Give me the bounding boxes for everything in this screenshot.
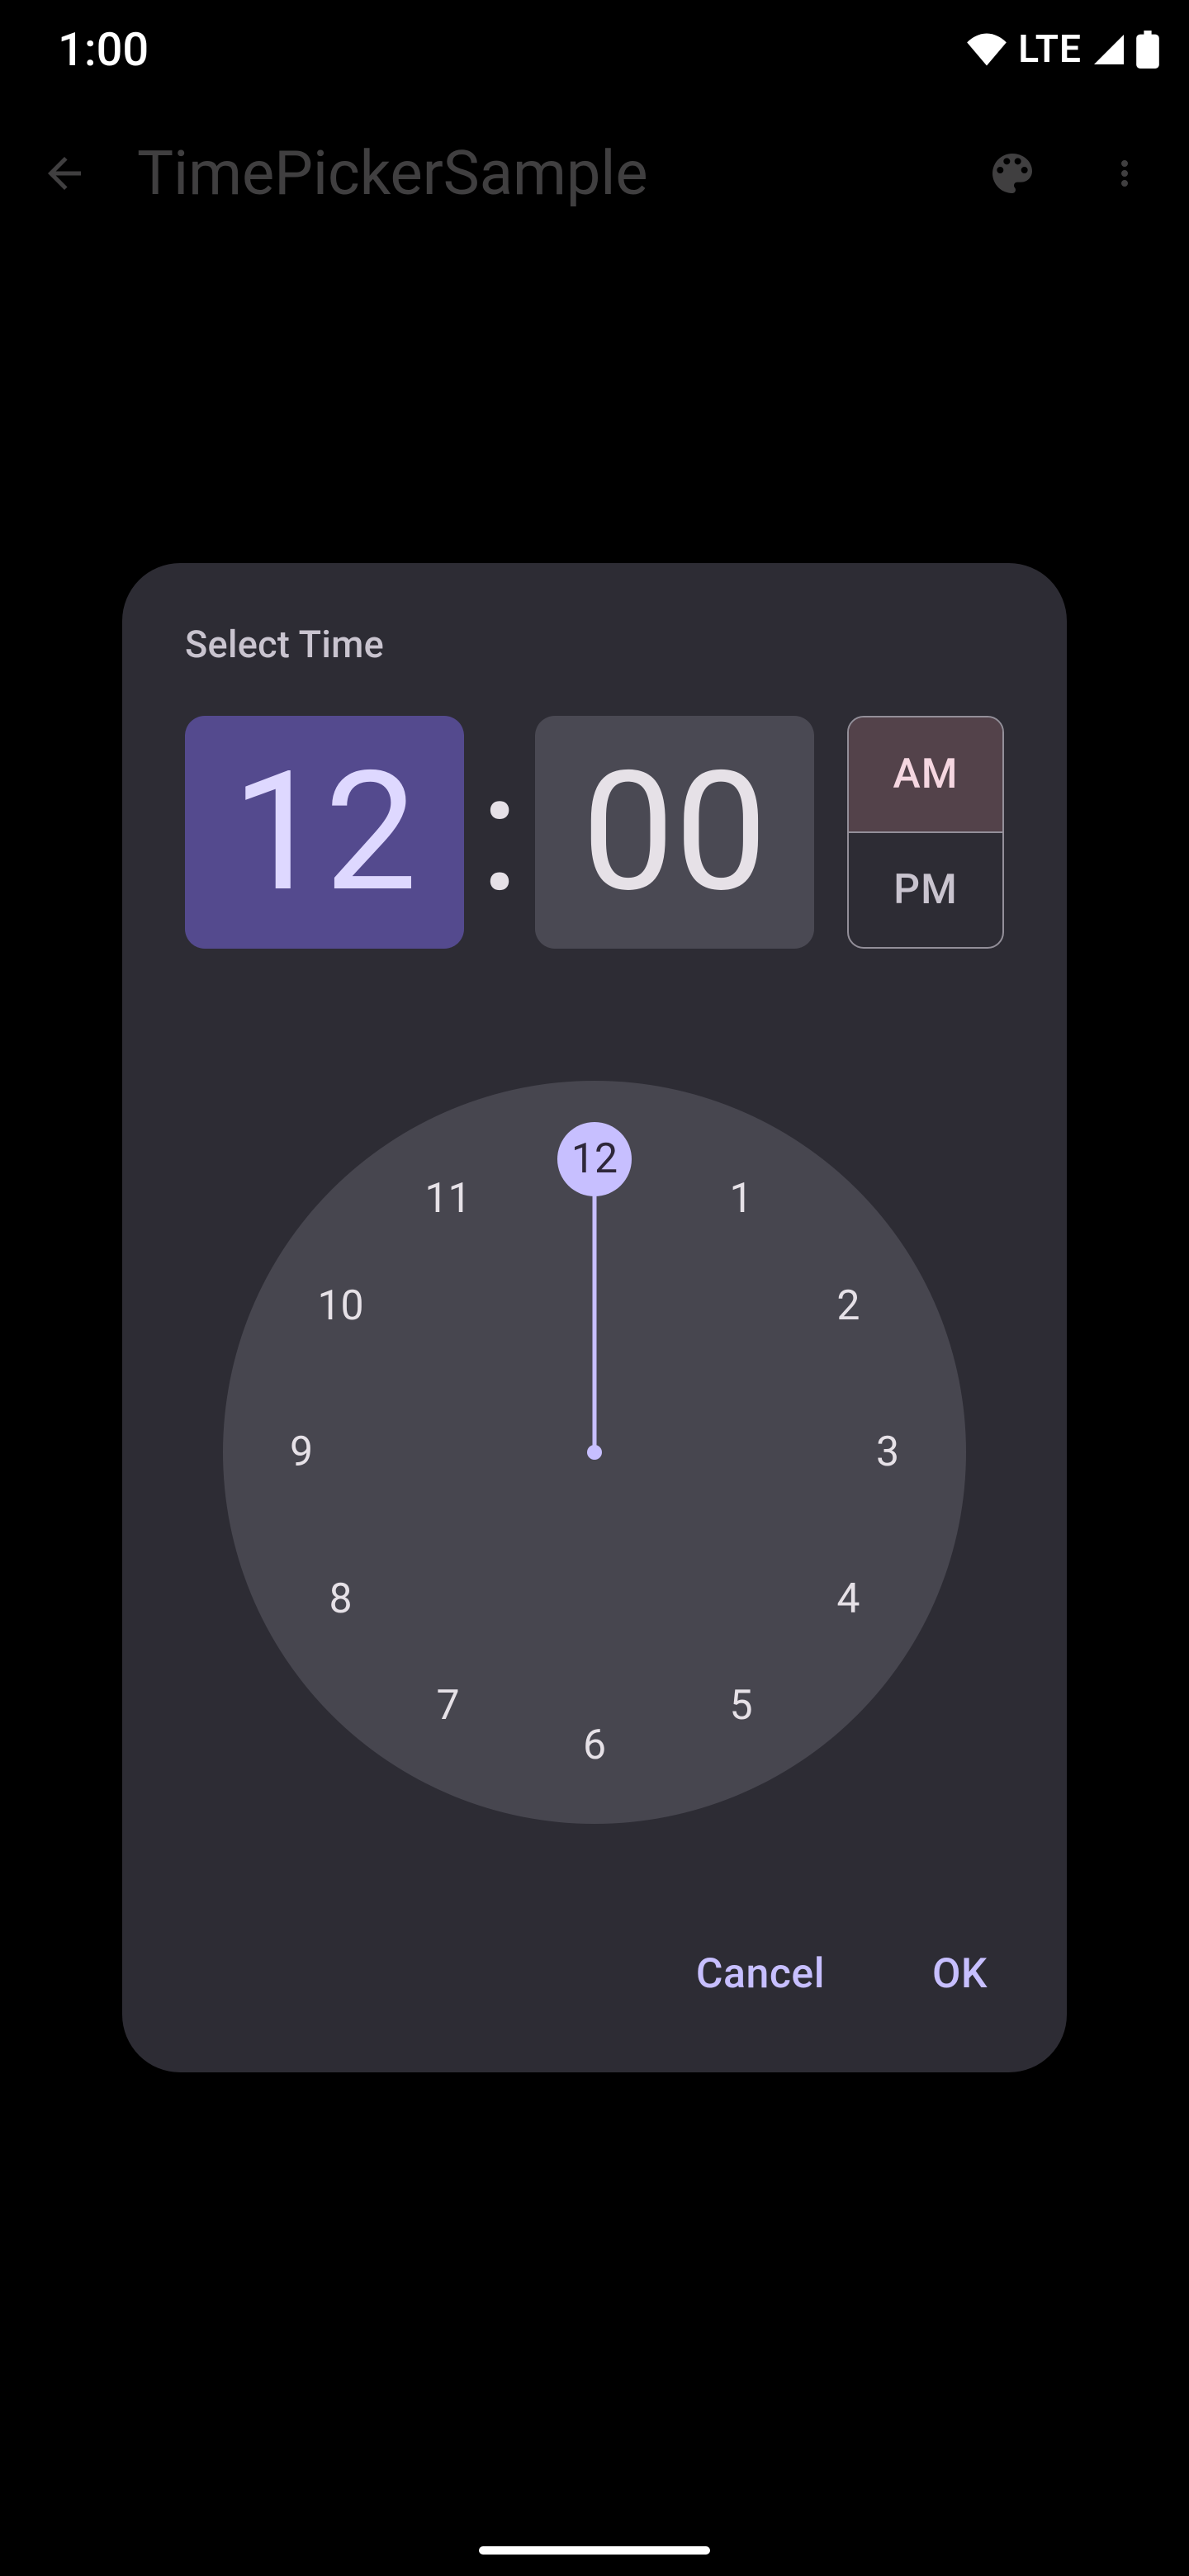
analog-clock[interactable]: 12 12 3 45678 9 10 11 — [223, 1081, 966, 1824]
background-app-layer: TimePickerSample — [0, 99, 1189, 248]
wifi-icon — [965, 33, 1008, 66]
dialog-actions: Cancel OK — [680, 1934, 1004, 2015]
clock-number-12[interactable]: 12 — [557, 1122, 632, 1196]
clock-number-5[interactable]: 5 — [704, 1669, 779, 1743]
clock-number-11[interactable]: 11 — [411, 1162, 486, 1236]
signal-icon — [1092, 33, 1126, 66]
time-picker-dialog: Select Time 12 : 00 AM PM 12123456789101… — [122, 563, 1067, 2072]
time-colon: : — [464, 716, 535, 949]
home-indicator — [479, 2546, 710, 2555]
clock-number-2[interactable]: 2 — [811, 1269, 885, 1343]
battery-icon — [1136, 31, 1159, 69]
clock-number-8[interactable]: 8 — [304, 1562, 378, 1636]
minute-field[interactable]: 00 — [535, 716, 814, 949]
clock-number-9[interactable]: 9 — [264, 1415, 339, 1489]
network-type: LTE — [1018, 27, 1082, 72]
clock-number-6[interactable]: 6 — [557, 1708, 632, 1783]
clock-center-dot — [587, 1445, 602, 1460]
app-bar: TimePickerSample — [0, 99, 1189, 248]
cancel-button[interactable]: Cancel — [680, 1934, 841, 2015]
pm-option[interactable]: PM — [849, 833, 1002, 947]
palette-icon[interactable] — [973, 134, 1052, 213]
hour-field[interactable]: 12 — [185, 716, 464, 949]
status-clock: 1:00 — [58, 22, 149, 77]
time-display-row: 12 : 00 AM PM — [185, 716, 1004, 949]
status-bar: 1:00 LTE — [0, 0, 1189, 99]
clock-number-10[interactable]: 10 — [304, 1269, 378, 1343]
clock-hand — [593, 1159, 597, 1452]
am-pm-toggle: AM PM — [847, 716, 1004, 949]
back-arrow-icon[interactable] — [25, 134, 104, 213]
clock-number-3[interactable]: 3 — [850, 1415, 925, 1489]
dialog-title: Select Time — [185, 623, 1004, 666]
clock-number-1[interactable]: 1 — [704, 1162, 779, 1236]
clock-number-4[interactable]: 4 — [811, 1562, 885, 1636]
ok-button[interactable]: OK — [916, 1934, 1004, 2015]
more-icon[interactable] — [1085, 134, 1164, 213]
clock-number-7[interactable]: 7 — [411, 1669, 486, 1743]
status-right-cluster: LTE — [965, 27, 1159, 72]
am-option[interactable]: AM — [849, 717, 1002, 831]
page-title: TimePickerSample — [137, 138, 940, 210]
